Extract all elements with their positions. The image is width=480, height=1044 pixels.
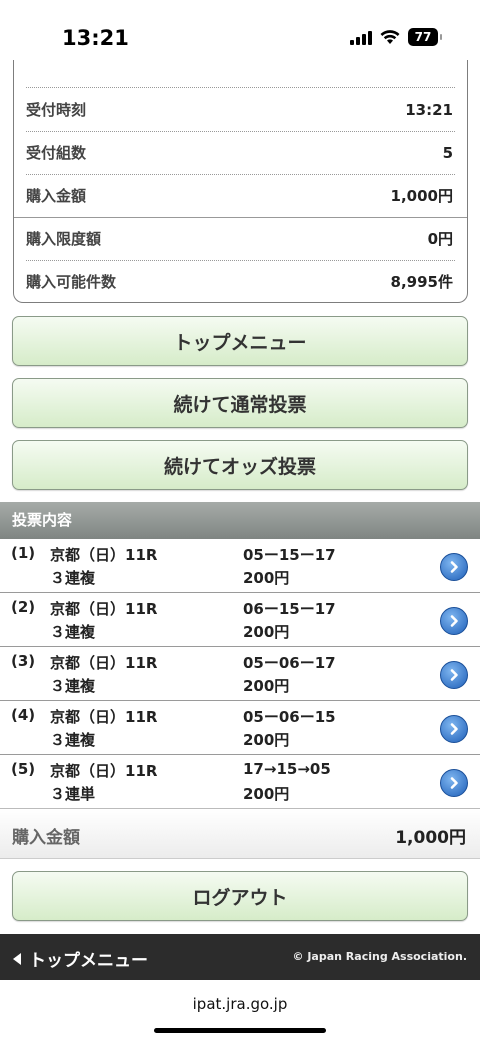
summary-value: 8,995件 bbox=[390, 273, 453, 291]
chevron-right-icon[interactable] bbox=[440, 661, 468, 689]
bet-combination: 05ー15ー17 bbox=[243, 546, 336, 564]
bet-type: ３連複 bbox=[50, 623, 96, 641]
bet-number: (1) bbox=[11, 544, 36, 562]
bet-combination: 06ー15ー17 bbox=[243, 600, 336, 618]
bet-amount: 200円 bbox=[243, 569, 290, 587]
cellular-signal-icon bbox=[350, 29, 372, 45]
summary-value: 0円 bbox=[427, 230, 453, 248]
bet-combination: 05ー06ー15 bbox=[243, 708, 336, 726]
total-value: 1,000円 bbox=[395, 828, 466, 848]
battery-icon: 77 bbox=[408, 28, 442, 46]
footer-back-label: トップメニュー bbox=[29, 951, 148, 971]
bet-type: ３連複 bbox=[50, 677, 96, 695]
summary-value: 1,000円 bbox=[390, 187, 453, 205]
summary-label: 購入可能件数 bbox=[26, 273, 117, 291]
continue-normal-vote-button[interactable]: 続けて通常投票 bbox=[12, 378, 468, 428]
continue-odds-vote-button[interactable]: 続けてオッズ投票 bbox=[12, 440, 468, 490]
bet-number: (5) bbox=[11, 760, 36, 778]
bet-race: 京都（日）11R bbox=[50, 654, 158, 672]
summary-label: 受付組数 bbox=[26, 144, 87, 162]
summary-label: 購入限度額 bbox=[26, 230, 102, 248]
bet-amount: 200円 bbox=[243, 731, 290, 749]
bet-row[interactable]: (2) 京都（日）11R ３連複 06ー15ー17 200円 bbox=[0, 593, 480, 647]
summary-row-reception-time: 受付時刻 13:21 bbox=[26, 88, 453, 131]
bet-combination: 05ー06ー17 bbox=[243, 654, 336, 672]
summary-value: 5 bbox=[442, 143, 453, 162]
summary-row-reception-count: 受付組数 5 bbox=[26, 131, 453, 174]
bet-race: 京都（日）11R bbox=[50, 762, 158, 780]
bet-type: ３連複 bbox=[50, 569, 96, 587]
bet-amount: 200円 bbox=[243, 623, 290, 641]
bet-amount: 200円 bbox=[243, 785, 290, 803]
bet-amount: 200円 bbox=[243, 677, 290, 695]
bet-number: (4) bbox=[11, 706, 36, 724]
summary-value: 13:21 bbox=[405, 100, 453, 119]
chevron-right-icon[interactable] bbox=[440, 553, 468, 581]
bet-combination: 17→15→05 bbox=[243, 760, 331, 778]
home-indicator bbox=[154, 1028, 326, 1033]
logout-button[interactable]: ログアウト bbox=[12, 871, 468, 921]
summary-label: 受付時刻 bbox=[26, 101, 87, 119]
bet-race: 京都（日）11R bbox=[50, 708, 158, 726]
browser-url-bar[interactable]: ipat.jra.go.jp bbox=[0, 980, 480, 1044]
chevron-right-icon[interactable] bbox=[440, 715, 468, 743]
bet-type: ３連複 bbox=[50, 731, 96, 749]
summary-label: 購入金額 bbox=[26, 187, 87, 205]
bet-type: ３連単 bbox=[50, 785, 96, 803]
summary-row-purchase-amount: 購入金額 1,000円 bbox=[26, 174, 453, 217]
bet-row[interactable]: (1) 京都（日）11R ３連複 05ー15ー17 200円 bbox=[0, 539, 480, 593]
chevron-right-icon[interactable] bbox=[440, 607, 468, 635]
footer-bar: トップメニュー © Japan Racing Association. bbox=[0, 934, 480, 980]
status-icons: 77 bbox=[350, 28, 442, 46]
footer-top-menu-link[interactable]: トップメニュー bbox=[11, 946, 148, 971]
summary-row-purchase-limit: 購入限度額 0円 bbox=[26, 217, 453, 260]
total-purchase-amount: 購入金額 1,000円 bbox=[0, 808, 480, 859]
total-label: 購入金額 bbox=[12, 828, 80, 848]
bets-section-header: 投票内容 bbox=[0, 502, 480, 539]
chevron-right-icon[interactable] bbox=[440, 769, 468, 797]
wifi-icon bbox=[380, 30, 400, 44]
bet-race: 京都（日）11R bbox=[50, 546, 158, 564]
status-time: 13:21 bbox=[62, 26, 129, 50]
url-text[interactable]: ipat.jra.go.jp bbox=[0, 995, 480, 1013]
bet-race: 京都（日）11R bbox=[50, 600, 158, 618]
bet-number: (2) bbox=[11, 598, 36, 616]
top-menu-button[interactable]: トップメニュー bbox=[12, 316, 468, 366]
bet-row[interactable]: (3) 京都（日）11R ３連複 05ー06ー17 200円 bbox=[0, 647, 480, 701]
purchase-summary: 受付時刻 13:21 受付組数 5 購入金額 1,000円 購入限度額 0円 購… bbox=[13, 60, 468, 303]
summary-row-available-count: 購入可能件数 8,995件 bbox=[26, 260, 453, 303]
back-arrow-icon bbox=[13, 952, 21, 965]
bet-row[interactable]: (5) 京都（日）11R ３連単 17→15→05 200円 bbox=[0, 755, 480, 809]
bet-number: (3) bbox=[11, 652, 36, 670]
copyright-text: © Japan Racing Association. bbox=[292, 950, 468, 963]
bet-row[interactable]: (4) 京都（日）11R ３連複 05ー06ー15 200円 bbox=[0, 701, 480, 755]
